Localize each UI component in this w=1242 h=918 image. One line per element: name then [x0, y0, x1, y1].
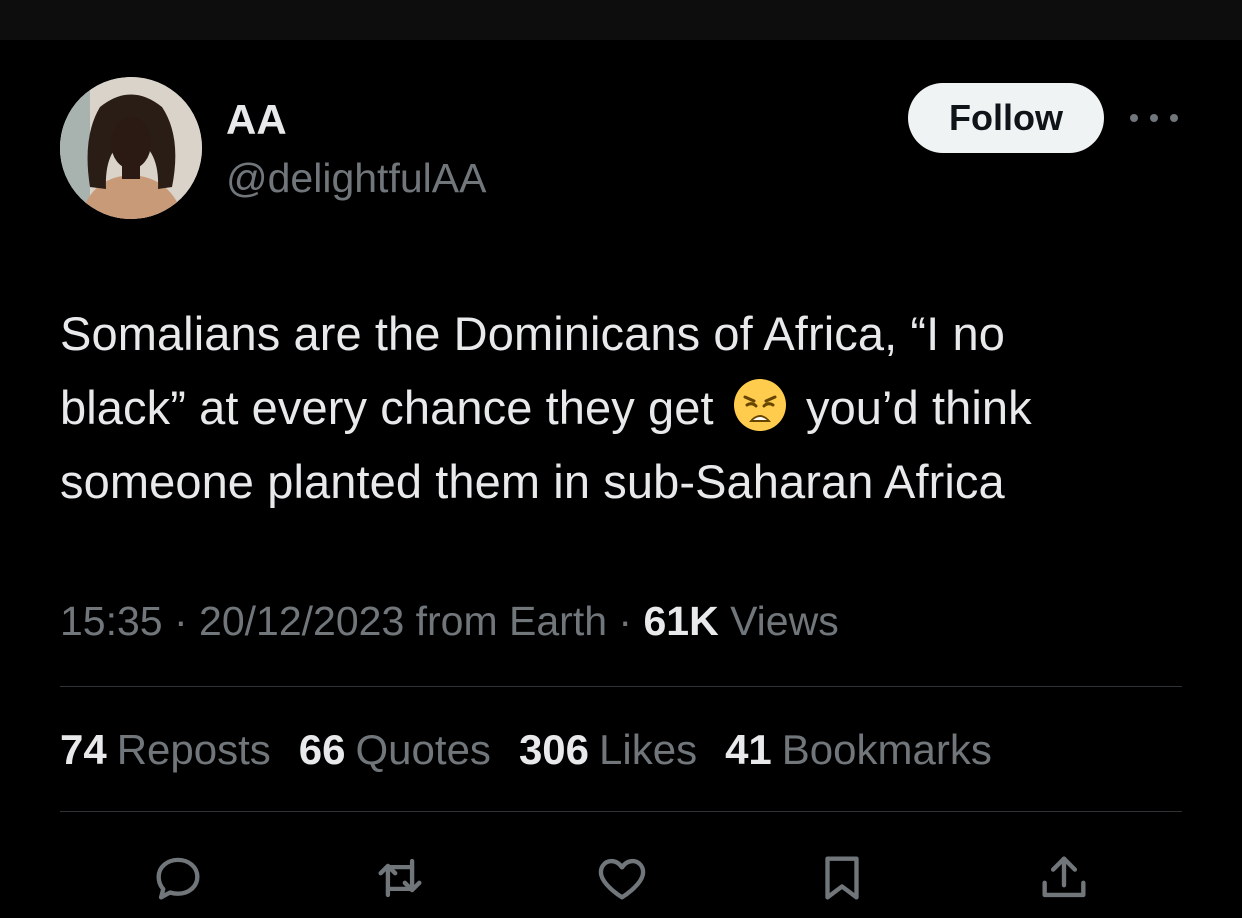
- weary-face-emoji: [733, 379, 786, 431]
- avatar[interactable]: [60, 77, 202, 219]
- meta-separator: ·: [607, 598, 644, 644]
- views-label: Views: [718, 598, 839, 644]
- engagement-stats: 74 Reposts 66 Quotes 306 Likes 41 Bookmarks: [60, 722, 992, 778]
- tweet-line-2b: you’d think: [805, 381, 1032, 434]
- reply-icon[interactable]: [146, 846, 210, 910]
- display-name[interactable]: AA: [226, 96, 287, 144]
- stat-label: Likes: [599, 726, 698, 773]
- repost-icon[interactable]: [368, 846, 432, 910]
- stat-label: Bookmarks: [781, 726, 992, 773]
- tweet-line-1: Somalians are the Dominicans of Africa, …: [60, 307, 1005, 360]
- action-bar: [0, 846, 1242, 910]
- stat-count: 306: [518, 726, 590, 773]
- bookmark-icon[interactable]: [810, 846, 874, 910]
- divider: [60, 811, 1182, 812]
- share-icon[interactable]: [1032, 846, 1096, 910]
- tweet-line-2a: black” at every chance they get: [60, 381, 714, 434]
- tweet-time[interactable]: 15:35: [60, 598, 163, 644]
- avatar-image: [60, 77, 202, 219]
- meta-separator: ·: [162, 598, 200, 644]
- user-handle[interactable]: @delightfulAA: [226, 154, 486, 202]
- stat-label: Reposts: [116, 726, 271, 773]
- views-count: 61K: [643, 598, 719, 644]
- stat-count: 74: [60, 726, 107, 773]
- stat-bookmarks[interactable]: 41 Bookmarks: [725, 722, 992, 778]
- more-dot: [1170, 114, 1178, 122]
- divider: [60, 686, 1182, 687]
- stat-count: 66: [298, 726, 346, 773]
- tweet-source: from Earth: [404, 598, 608, 644]
- more-horizontal-icon[interactable]: [1130, 104, 1178, 132]
- stat-likes[interactable]: 306 Likes: [519, 722, 697, 778]
- tweet-meta: 15:35 · 20/12/2023 from Earth · 61K View…: [60, 594, 839, 648]
- stat-quotes[interactable]: 66 Quotes: [299, 722, 491, 778]
- tweet-line-3: someone planted them in sub-Saharan Afri…: [60, 455, 1005, 508]
- follow-button[interactable]: Follow: [908, 83, 1104, 153]
- more-dot: [1150, 114, 1158, 122]
- stat-reposts[interactable]: 74 Reposts: [60, 722, 271, 778]
- tweet-date[interactable]: 20/12/2023: [199, 598, 404, 644]
- tweet-text: Somalians are the Dominicans of Africa, …: [60, 297, 1190, 519]
- more-dot: [1130, 114, 1138, 122]
- stat-count: 41: [725, 726, 772, 773]
- like-icon[interactable]: [590, 846, 654, 910]
- stat-label: Quotes: [355, 726, 491, 773]
- status-bar: [0, 0, 1242, 40]
